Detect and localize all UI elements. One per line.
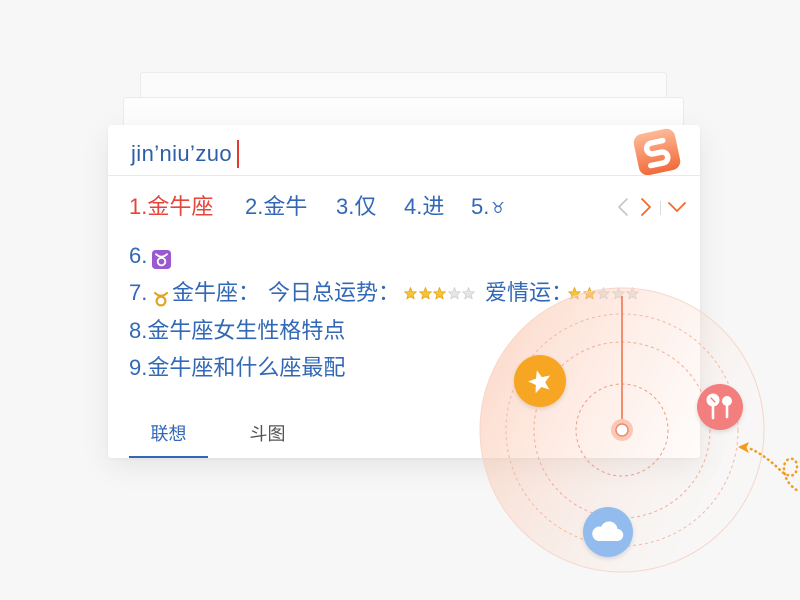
star-empty-icon — [447, 287, 461, 300]
candidate-8-label: 8.金牛座女生性格特点 — [129, 318, 346, 343]
chevron-right-icon[interactable] — [638, 197, 654, 217]
candidate-8[interactable]: 8.金牛座女生性格特点 — [108, 316, 700, 346]
dotted-path-arrow-icon — [738, 442, 800, 494]
candidate-4[interactable]: 4.进 — [404, 192, 444, 222]
star-empty-icon — [462, 287, 475, 300]
ime-candidate-window: jin’niu’zuo 1.金牛座 2.金牛 3.仅 4.进 5. ♉ 6. 7… — [108, 125, 700, 458]
cloud-badge-icon — [583, 507, 633, 557]
candidate-6[interactable]: 6. — [108, 241, 700, 271]
text-cursor — [237, 140, 240, 168]
star-filled-icon — [568, 287, 581, 300]
chevron-down-icon[interactable] — [666, 200, 688, 214]
star-filled-icon — [418, 287, 432, 300]
fortune-label: 今日总运势： — [268, 280, 401, 305]
candidate-5[interactable]: 5. ♉ — [471, 192, 505, 222]
candidate-7-index: 7. — [129, 280, 148, 305]
canvas: jin’niu’zuo 1.金牛座 2.金牛 3.仅 4.进 5. ♉ 6. 7… — [0, 0, 800, 600]
candidate-3[interactable]: 3.仅 — [336, 192, 376, 222]
candidate-1[interactable]: 1.金牛座 — [129, 192, 213, 222]
divider — [108, 175, 700, 176]
star-filled-icon — [404, 287, 417, 300]
chevron-left-icon[interactable] — [615, 197, 631, 217]
composition-input[interactable]: jin’niu’zuo — [131, 138, 240, 170]
lollipop-badge-icon — [697, 384, 743, 430]
candidate-2[interactable]: 2.金牛 — [245, 192, 307, 222]
taurus-symbol: ♉ — [491, 199, 505, 217]
tab-doutu[interactable]: 斗图 — [228, 417, 307, 458]
sogou-logo-icon[interactable] — [630, 127, 684, 177]
candidate-7[interactable]: 7. 金牛座： 今日总运势： 爱情运： — [108, 278, 700, 308]
candidate-6-index: 6. — [129, 243, 148, 268]
zodiac-title: 金牛座： — [172, 280, 261, 305]
star-empty-icon — [611, 287, 625, 300]
composition-text: jin’niu’zuo — [131, 141, 233, 166]
star-filled-icon — [433, 287, 446, 300]
taurus-emoji-icon — [152, 247, 171, 269]
star-empty-icon — [597, 287, 610, 300]
taurus-gold-icon — [153, 285, 169, 307]
love-rating — [568, 287, 641, 300]
pager-separator — [660, 201, 661, 215]
star-empty-icon — [626, 287, 639, 300]
tab-lianxiang[interactable]: 联想 — [129, 417, 208, 458]
fortune-rating — [404, 287, 477, 300]
candidate-9[interactable]: 9.金牛座和什么座最配 — [108, 353, 700, 383]
sogou-logo-graphic — [633, 128, 681, 176]
candidate-9-label: 9.金牛座和什么座最配 — [129, 355, 346, 380]
star-filled-icon — [582, 287, 596, 300]
love-label: 爱情运： — [485, 280, 574, 305]
candidate-5-label: 5. — [471, 194, 490, 219]
